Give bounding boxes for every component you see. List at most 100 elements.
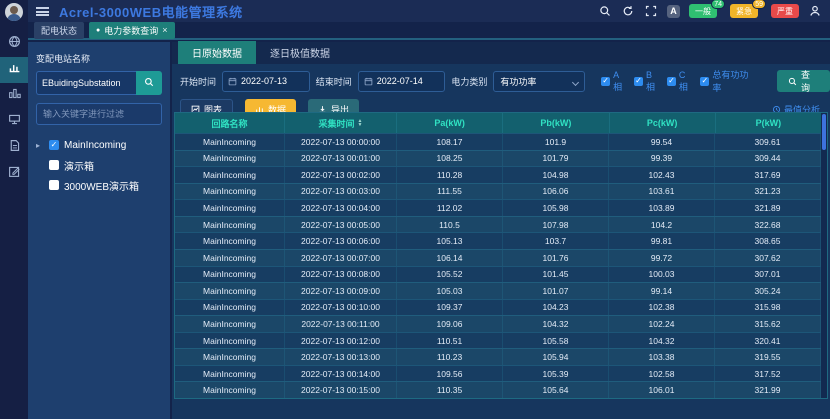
table-cell: 104.98 <box>503 167 609 183</box>
table-row: MainIncoming2022-07-13 00:10:00109.37104… <box>175 299 821 316</box>
table-cell: 101.79 <box>503 151 609 167</box>
scrollbar-thumb[interactable] <box>822 114 826 150</box>
refresh-icon[interactable] <box>621 4 635 18</box>
total-active-power-checkbox[interactable]: 总有功功率 <box>700 68 757 94</box>
app-title: Acrel-3000WEB电能管理系统 <box>59 2 243 21</box>
top-bar: Acrel-3000WEB电能管理系统 A 一般 74 紧急 59 严重 <box>28 0 830 22</box>
alarm-badge-urgent[interactable]: 紧急 59 <box>730 4 758 18</box>
tab-daily-raw-data[interactable]: 日原始数据 <box>178 41 256 64</box>
table-cell: 110.35 <box>397 382 503 398</box>
table-cell: 309.44 <box>715 151 821 167</box>
header-label: 采集时间 <box>319 117 355 130</box>
sidebar-item-power-query[interactable] <box>0 57 28 83</box>
menu-toggle-icon[interactable] <box>36 7 49 16</box>
sidebar-item-devices[interactable] <box>0 109 28 135</box>
alarm-badge-severe[interactable]: 严重 <box>771 4 799 18</box>
sidebar-item-edit[interactable] <box>0 161 28 187</box>
tag-power-parameter-query[interactable]: ● 电力参数查询 × <box>89 22 175 39</box>
table-cell: 308.65 <box>715 233 821 249</box>
fullscreen-icon[interactable] <box>644 4 658 18</box>
table-cell: 105.64 <box>503 382 609 398</box>
language-icon[interactable]: A <box>667 5 680 18</box>
start-time-label: 开始时间 <box>180 75 216 88</box>
phase-b-checkbox[interactable]: B相 <box>634 70 661 93</box>
query-button[interactable]: 查询 <box>777 70 830 92</box>
table-cell: 111.55 <box>397 184 503 200</box>
table-cell: 103.7 <box>503 233 609 249</box>
header-pa: Pa(kW) <box>397 113 503 133</box>
checkbox-checked-icon <box>601 77 610 86</box>
table-cell: 305.24 <box>715 283 821 299</box>
table-cell: 2022-07-13 00:06:00 <box>285 233 397 249</box>
user-icon[interactable] <box>808 4 822 18</box>
table-cell: 2022-07-13 00:02:00 <box>285 167 397 183</box>
phase-a-checkbox[interactable]: A相 <box>601 70 628 93</box>
table-cell: 2022-07-13 00:10:00 <box>285 300 397 316</box>
caret-icon[interactable]: ▸ <box>36 141 44 150</box>
close-icon[interactable]: × <box>162 25 167 35</box>
sidebar-item-overview[interactable] <box>0 31 28 57</box>
table-cell: MainIncoming <box>175 349 285 365</box>
table-cell: 105.13 <box>397 233 503 249</box>
sort-icon[interactable]: ▲▼ <box>358 119 363 127</box>
table-cell: 307.62 <box>715 250 821 266</box>
table-cell: 2022-07-13 00:09:00 <box>285 283 397 299</box>
table-cell: 2022-07-13 00:14:00 <box>285 366 397 382</box>
table-cell: 2022-07-13 00:07:00 <box>285 250 397 266</box>
table-cell: 315.62 <box>715 316 821 332</box>
document-icon <box>8 139 21 157</box>
table-row: MainIncoming2022-07-13 00:11:00109.06104… <box>175 315 821 332</box>
alarm-badge-general[interactable]: 一般 74 <box>689 4 717 18</box>
table-cell: 2022-07-13 00:12:00 <box>285 333 397 349</box>
tag-label: 配电状态 <box>41 24 77 37</box>
table-cell: 99.72 <box>609 250 715 266</box>
table-cell: 109.56 <box>397 366 503 382</box>
open-tabs-bar: 配电状态 ● 电力参数查询 × <box>28 22 830 40</box>
tree-item-label: 3000WEB演示箱 <box>64 178 139 193</box>
search-icon <box>788 77 797 86</box>
start-date-input[interactable]: 2022-07-13 <box>222 71 310 92</box>
tree-item-demo-box[interactable]: 演示箱 <box>36 155 162 175</box>
station-search-button[interactable] <box>136 71 162 95</box>
table-cell: 317.69 <box>715 167 821 183</box>
table-cell: 100.03 <box>609 267 715 283</box>
user-avatar[interactable] <box>5 3 23 21</box>
table-cell: 315.98 <box>715 300 821 316</box>
table-cell: 307.01 <box>715 267 821 283</box>
sidebar-item-analytics[interactable] <box>0 83 28 109</box>
checkbox-checked-icon[interactable] <box>49 140 59 150</box>
table-row: MainIncoming2022-07-13 00:09:00105.03101… <box>175 282 821 299</box>
sidebar-item-reports[interactable] <box>0 135 28 161</box>
table-cell: 321.23 <box>715 184 821 200</box>
table-cell: 99.81 <box>609 233 715 249</box>
station-search-input[interactable] <box>36 71 136 95</box>
tree-item-label: MainIncoming <box>64 140 126 151</box>
globe-icon <box>8 35 21 53</box>
tree-item-main-incoming[interactable]: ▸ MainIncoming <box>36 135 162 155</box>
table-cell: 109.06 <box>397 316 503 332</box>
table-row: MainIncoming2022-07-13 00:13:00110.23105… <box>175 348 821 365</box>
table-cell: 108.17 <box>397 134 503 150</box>
alarm-label: 一般 <box>695 6 711 17</box>
tab-daily-extreme-data[interactable]: 逐日极值数据 <box>256 41 344 64</box>
checkbox-icon[interactable] <box>49 180 59 190</box>
table-cell: 105.03 <box>397 283 503 299</box>
table-cell: MainIncoming <box>175 134 285 150</box>
chevron-down-icon <box>572 78 579 85</box>
tree-item-3000web-demo-box[interactable]: 3000WEB演示箱 <box>36 175 162 195</box>
end-date-input[interactable]: 2022-07-14 <box>358 71 446 92</box>
header-collect-time[interactable]: 采集时间 ▲▼ <box>285 113 397 133</box>
phase-c-checkbox[interactable]: C相 <box>667 70 694 93</box>
table-row: MainIncoming2022-07-13 00:06:00105.13103… <box>175 232 821 249</box>
device-icon <box>8 113 21 131</box>
search-icon[interactable] <box>598 4 612 18</box>
checkbox-icon[interactable] <box>49 160 59 170</box>
power-type-select[interactable]: 有功功率 <box>493 71 585 92</box>
table-cell: 2022-07-13 00:13:00 <box>285 349 397 365</box>
tree-filter-input[interactable] <box>36 103 162 125</box>
query-button-label: 查询 <box>801 68 819 94</box>
table-row: MainIncoming2022-07-13 00:14:00109.56105… <box>175 365 821 382</box>
tag-distribution-status[interactable]: 配电状态 <box>34 22 84 39</box>
table-cell: 106.14 <box>397 250 503 266</box>
alarm-label: 严重 <box>777 6 793 17</box>
